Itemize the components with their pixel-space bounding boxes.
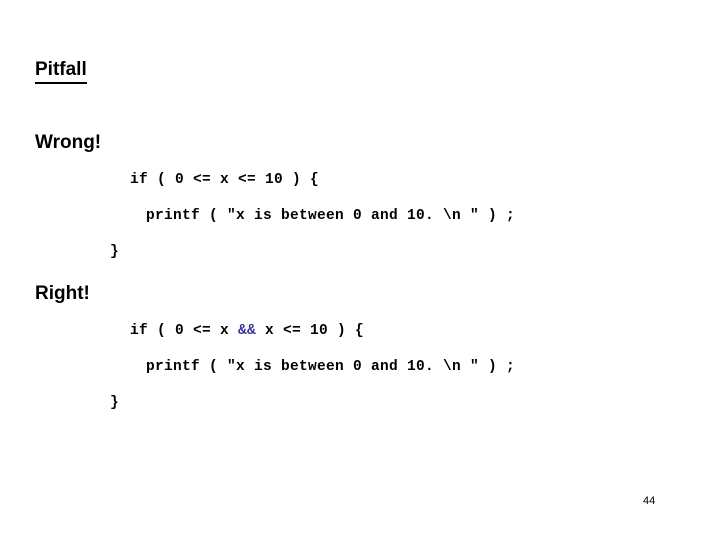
code-line-right-printf: printf ( "x is between 0 and 10. \n " ) … [146,359,516,375]
slide-canvas: Pitfall Wrong! if ( 0 <= x <= 10 ) { pri… [0,0,720,540]
page-title-text: Pitfall [35,59,87,84]
logical-and-operator: && [238,323,257,339]
page-number: 44 [643,495,656,507]
section-heading-right: Right! [35,283,90,304]
code-line-wrong-printf: printf ( "x is between 0 and 10. \n " ) … [146,208,516,224]
code-fragment-if-suffix: x <= 10 ) { [256,323,365,339]
code-line-right-close-brace: } [110,395,120,411]
code-line-right-if: if ( 0 <= x && x <= 10 ) { [130,323,365,340]
code-fragment-if-prefix: if ( 0 <= x [130,323,239,339]
code-line-wrong-if: if ( 0 <= x <= 10 ) { [130,172,320,188]
code-line-wrong-close-brace: } [110,244,120,260]
section-heading-wrong: Wrong! [35,132,102,153]
page-title: Pitfall [35,59,87,84]
